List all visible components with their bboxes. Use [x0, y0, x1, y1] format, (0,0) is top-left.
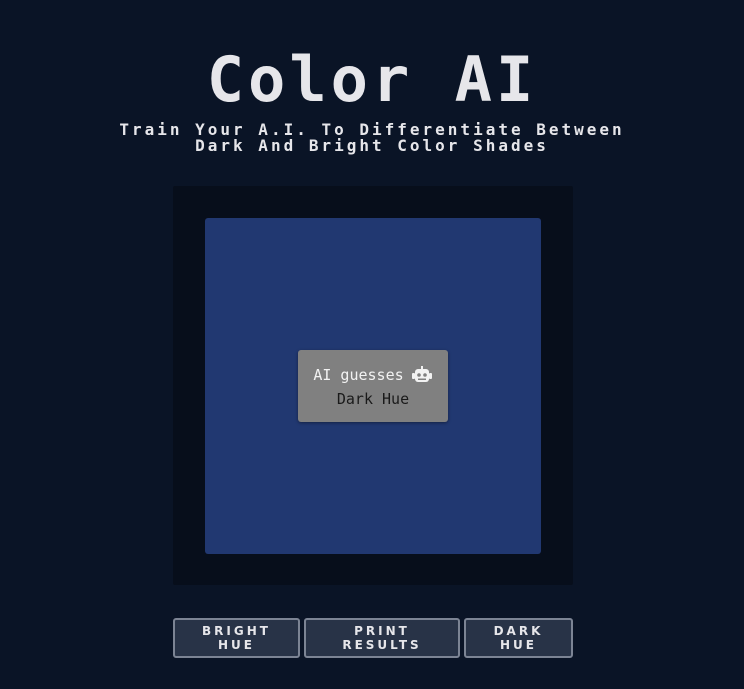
robot-icon [411, 366, 433, 384]
dark-hue-button-label: DARK HUE [493, 624, 544, 652]
print-results-button[interactable]: PRINT RESULTS [304, 618, 460, 658]
page-subtitle: Train Your A.I. To Differentiate Between… [0, 122, 744, 154]
page-title: Color AI [206, 43, 538, 116]
ai-guess-header: AI guesses [298, 365, 448, 385]
ai-guess-label: AI guesses [313, 366, 404, 384]
print-results-button-label: PRINT RESULTS [342, 624, 422, 652]
ai-guess-value: Dark Hue [336, 390, 410, 408]
ai-guess-panel: AI guesses Dark Hue [298, 350, 448, 422]
subtitle-line-2: Dark And Bright Color Shades [195, 136, 549, 155]
dark-hue-button[interactable]: DARK HUE [464, 618, 573, 658]
bright-hue-button[interactable]: BRIGHT HUE [173, 618, 300, 658]
bright-hue-button-label: BRIGHT HUE [202, 624, 271, 652]
